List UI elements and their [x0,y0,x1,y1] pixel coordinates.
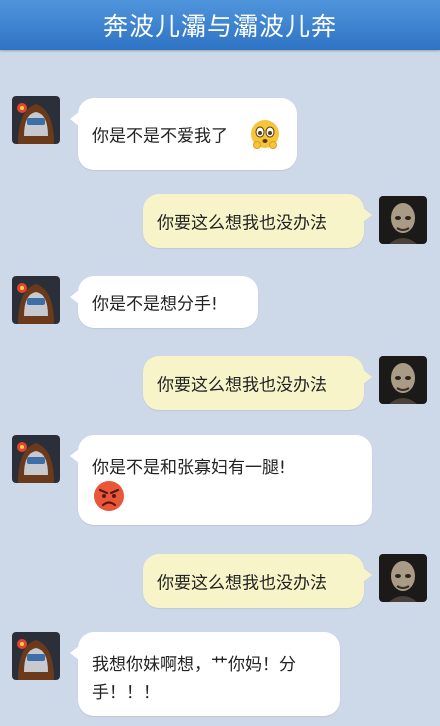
female-avatar[interactable] [12,632,60,680]
chat-title-bar: 奔波儿灞与灞波儿奔 [0,0,440,50]
female-avatar[interactable] [12,435,60,483]
message-text: 你是不是和张寡妇有一腿! [92,458,286,478]
chat-title: 奔波儿灞与灞波儿奔 [102,12,337,41]
message-row: 你是不是不爱我了 [0,96,440,172]
message-text-line-2: 手！！！ [92,683,160,703]
male-avatar[interactable] [379,356,427,404]
message-text: 你是不是不爱我了 [92,126,228,147]
message-row: 你是不是想分手! [0,276,440,330]
chat-bubble-incoming[interactable]: 我想你妹啊想，艹你妈！分 手！！！ [70,632,340,716]
chat-bubble-incoming[interactable]: 你是不是想分手! [70,276,258,328]
message-row: 我想你妹啊想，艹你妈！分 手！！！ [0,632,440,718]
message-text: 你要这么想我也没办法 [157,375,327,396]
message-text: 你要这么想我也没办法 [157,573,327,594]
message-text: 你是不是想分手! [92,294,218,315]
chat-bubble-incoming[interactable]: 你是不是不爱我了 [70,98,297,170]
male-avatar[interactable] [379,554,427,602]
chat-bubble-incoming[interactable]: 你是不是和张寡妇有一腿! [70,435,372,525]
female-avatar[interactable] [12,96,60,144]
message-row: 你要这么想我也没办法 [0,194,440,250]
chat-bubble-outgoing[interactable]: 你要这么想我也没办法 [143,356,372,410]
chat-bubble-outgoing[interactable]: 你要这么想我也没办法 [143,554,372,608]
angry-face-icon [92,479,126,518]
male-avatar[interactable] [379,196,427,244]
message-text: 你要这么想我也没办法 [157,213,327,234]
female-avatar[interactable] [12,276,60,324]
worried-face-icon [248,118,282,157]
message-text-line-1: 我想你妹啊想，艹你妈！分 [92,655,296,675]
message-row: 你是不是和张寡妇有一腿! [0,435,440,527]
chat-bubble-outgoing[interactable]: 你要这么想我也没办法 [143,194,372,248]
message-row: 你要这么想我也没办法 [0,356,440,412]
message-row: 你要这么想我也没办法 [0,554,440,610]
